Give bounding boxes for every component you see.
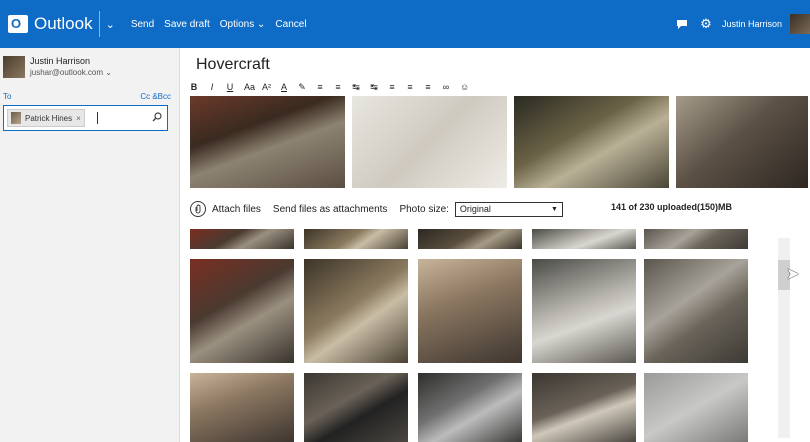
photo-size-value: Original	[459, 204, 491, 214]
sender-info[interactable]: Justin Harrison jushar@outlook.com ⌄	[3, 56, 112, 78]
cc-bcc-link[interactable]: Cc &Bcc	[140, 92, 171, 101]
italic-button[interactable]: I	[208, 82, 216, 92]
top-bar: Outlook ⌄ Send Save draft Options ⌄ Canc…	[0, 0, 810, 48]
brand-divider	[98, 11, 100, 37]
align-left-button[interactable]: ≡	[388, 82, 396, 92]
sender-email: jushar@outlook.com	[30, 68, 104, 77]
remove-recipient-icon[interactable]: ×	[76, 114, 81, 123]
attachment-thumbnail[interactable]	[644, 259, 748, 363]
attachment-thumbnail[interactable]	[418, 229, 522, 249]
attachment-thumbnail[interactable]	[304, 259, 408, 363]
attachment-thumbnail[interactable]	[532, 229, 636, 249]
sender-email-row: jushar@outlook.com ⌄	[30, 68, 112, 77]
upload-status: 141 of 230 uploaded(150)MB	[610, 202, 732, 212]
outdent-button[interactable]: ↹	[370, 82, 378, 93]
attachment-thumbnail[interactable]	[532, 373, 636, 442]
attachment-thumbnail[interactable]	[304, 373, 408, 442]
attachment-thumbnail[interactable]	[644, 229, 748, 249]
indent-button[interactable]: ↹	[352, 82, 360, 93]
attachment-thumbnail[interactable]	[190, 229, 294, 249]
inline-photo[interactable]	[352, 96, 507, 188]
chevron-down-icon[interactable]: ⌄	[105, 68, 112, 77]
cancel-button[interactable]: Cancel	[275, 19, 306, 30]
link-button[interactable]: ∞	[442, 82, 450, 92]
align-center-button[interactable]: ≡	[406, 82, 414, 92]
attachment-thumbnail[interactable]	[418, 259, 522, 363]
bullet-list-button[interactable]: ≡	[316, 82, 324, 92]
user-name[interactable]: Justin Harrison	[722, 19, 782, 29]
recipient-name: Patrick Hines	[25, 113, 73, 123]
superscript-button[interactable]: A²	[262, 82, 271, 92]
attachment-thumbnail[interactable]	[418, 373, 522, 442]
search-icon[interactable]	[152, 112, 162, 125]
format-toolbar: B I U Aa A² A ✎ ≡ ≡ ↹ ↹ ≡ ≡ ≡ ∞ ☺	[190, 80, 790, 94]
avatar[interactable]	[790, 14, 810, 34]
photo-size-select[interactable]: Original ▼	[454, 201, 563, 217]
recipients-pane: Justin Harrison jushar@outlook.com ⌄ To …	[0, 48, 180, 442]
send-as-attachments-button[interactable]: Send files as attachments	[273, 204, 388, 215]
recipient-avatar	[11, 112, 21, 124]
options-button[interactable]: Options ⌄	[220, 19, 266, 30]
options-label: Options	[219, 18, 255, 30]
attach-files-button[interactable]: Attach files	[212, 204, 261, 215]
account-area: ⚙ Justin Harrison	[674, 0, 810, 48]
text-caret	[96, 112, 98, 124]
align-right-button[interactable]: ≡	[424, 82, 432, 92]
outlook-logo-icon	[8, 15, 28, 33]
attachment-thumbnail[interactable]	[532, 259, 636, 363]
numbered-list-button[interactable]: ≡	[334, 82, 342, 92]
inline-photo[interactable]	[514, 96, 669, 188]
highlight-button[interactable]: ✎	[298, 82, 306, 93]
mouse-pointer-icon: ➤	[786, 266, 800, 283]
sender-avatar	[3, 56, 25, 78]
attachment-thumbnail[interactable]	[190, 259, 294, 363]
recipient-chip[interactable]: Patrick Hines ×	[7, 109, 85, 127]
to-field[interactable]: Patrick Hines ×	[3, 105, 168, 131]
attachment-thumbnail[interactable]	[644, 373, 748, 442]
emoji-button[interactable]: ☺	[460, 82, 469, 92]
attachment-thumbnail[interactable]	[304, 229, 408, 249]
sender-name: Justin Harrison	[30, 56, 91, 66]
chevron-down-icon: ⌄	[257, 18, 266, 30]
gear-icon[interactable]: ⚙	[698, 16, 714, 32]
inline-photo[interactable]	[676, 96, 808, 188]
send-button[interactable]: Send	[131, 19, 154, 30]
photo-size-label: Photo size:	[399, 203, 449, 215]
paperclip-icon[interactable]	[190, 201, 206, 217]
font-color-button[interactable]: A	[280, 82, 288, 92]
chevron-down-icon: ▼	[550, 205, 558, 213]
attachment-thumbnail[interactable]	[190, 373, 294, 442]
to-label-row: To Cc &Bcc	[3, 92, 171, 101]
to-label: To	[3, 92, 12, 101]
attachment-bar: Attach files Send files as attachments P…	[190, 200, 760, 218]
underline-button[interactable]: U	[226, 82, 234, 92]
save-draft-button[interactable]: Save draft	[164, 19, 210, 30]
chat-icon[interactable]	[674, 16, 690, 32]
app-name: Outlook	[34, 14, 93, 33]
chevron-down-icon[interactable]: ⌄	[106, 18, 115, 31]
inline-photo[interactable]	[190, 96, 345, 188]
brand[interactable]: Outlook ⌄	[0, 0, 131, 48]
subject-field[interactable]: Hovercraft	[196, 56, 270, 74]
font-size-button[interactable]: Aa	[244, 82, 255, 92]
bold-button[interactable]: B	[190, 82, 198, 92]
